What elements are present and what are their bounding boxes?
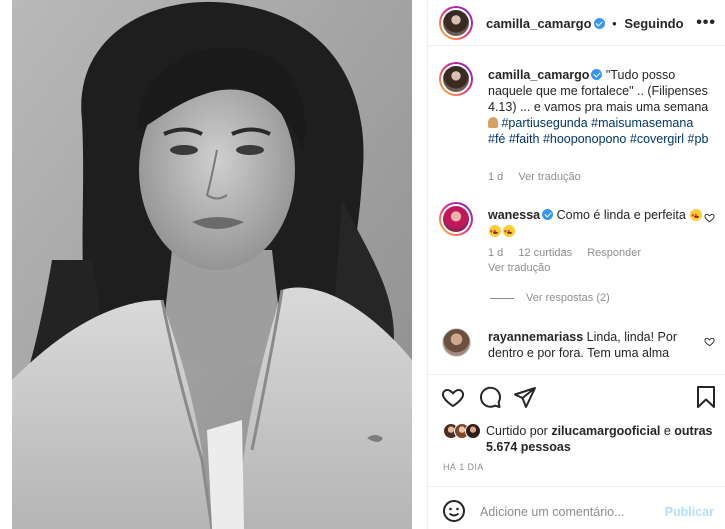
- more-horizontal-icon[interactable]: •••: [696, 14, 716, 32]
- comment-text: wanessa Como é linda e perfeita: [488, 207, 713, 240]
- verified-icon: [593, 18, 605, 29]
- hashtag-link[interactable]: #hooponopono: [543, 132, 626, 146]
- bookmark-icon[interactable]: [694, 385, 720, 411]
- comment-translation-row: Ver tradução: [488, 262, 562, 274]
- likes-summary: Curtido por zilucamargooficial e outras …: [486, 423, 716, 455]
- hashtag-link[interactable]: #faith: [509, 132, 540, 146]
- header-separator: •: [612, 16, 617, 31]
- reply-button[interactable]: Responder: [587, 247, 641, 259]
- hashtag-link[interactable]: #partiusegunda: [501, 116, 587, 130]
- post-actions: Curtido por zilucamargooficial e outras …: [428, 374, 725, 484]
- post-time[interactable]: HÁ 1 DIA: [443, 462, 484, 472]
- comment-like-icon[interactable]: [704, 336, 715, 350]
- post-details-panel: camilla_camargo • Seguindo ••• camilla_c…: [427, 0, 725, 529]
- likes-prefix: Curtido por: [486, 424, 552, 438]
- comment-avatar[interactable]: [439, 202, 473, 236]
- liker-username[interactable]: zilucamargooficial: [551, 424, 660, 438]
- hashtag-link[interactable]: #covergirl: [630, 132, 684, 146]
- view-replies-label: Ver respostas (2): [526, 292, 610, 304]
- liker-avatar[interactable]: [465, 423, 481, 439]
- smiley-icon[interactable]: [442, 499, 466, 526]
- comment-username[interactable]: wanessa: [488, 208, 540, 222]
- header-username-line: camilla_camargo • Seguindo: [486, 16, 684, 31]
- add-comment-bar: Adicione um comentário... Publicar: [428, 486, 725, 529]
- see-translation-link[interactable]: Ver tradução: [488, 262, 550, 274]
- replies-divider: [490, 297, 514, 299]
- comment-age: 1 d: [488, 247, 504, 259]
- share-icon[interactable]: [513, 385, 539, 411]
- likes-middle: e: [660, 424, 675, 438]
- praying-hands-icon: [488, 117, 498, 128]
- comment-like-icon[interactable]: [704, 212, 715, 226]
- post-header: camilla_camargo • Seguindo •••: [428, 0, 725, 46]
- hashtag-link[interactable]: #fé: [488, 132, 505, 146]
- caption-text: camilla_camargo "Tudo posso naquele que …: [488, 67, 713, 147]
- post-modal: camilla_camargo • Seguindo ••• camilla_c…: [0, 0, 725, 529]
- comment-text: rayannemariass Linda, linda! Por dentro …: [488, 329, 713, 361]
- comment-meta: 1 d 12 curtidas Responder: [488, 247, 653, 259]
- comment-clip: rayannemariass Linda, linda! Por dentro …: [428, 322, 725, 370]
- caption-username[interactable]: camilla_camargo: [488, 68, 589, 82]
- following-button[interactable]: Seguindo: [624, 16, 683, 31]
- caption-meta: 1 d Ver tradução: [488, 171, 593, 183]
- view-replies-button[interactable]: Ver respostas (2): [490, 292, 610, 304]
- heart-icon[interactable]: [441, 385, 467, 411]
- verified-icon: [542, 209, 554, 220]
- hashtag-link[interactable]: #pb: [688, 132, 709, 146]
- heart-eyes-emoji-icon: [503, 224, 515, 240]
- caption-age: 1 d: [488, 171, 504, 183]
- portrait-image: [12, 0, 412, 529]
- hashtag-link[interactable]: #maisumasemana: [591, 116, 693, 130]
- heart-eyes-emoji-icon: [489, 224, 501, 240]
- see-translation-link[interactable]: Ver tradução: [518, 171, 580, 183]
- comment-likes-count[interactable]: 12 curtidas: [518, 247, 572, 259]
- comment-username[interactable]: rayannemariass: [488, 330, 583, 344]
- heart-eyes-emoji-icon: [690, 208, 703, 224]
- post-photo[interactable]: [12, 0, 412, 529]
- comment-body: Como é linda e perfeita: [553, 208, 686, 222]
- verified-icon: [591, 69, 603, 80]
- header-username[interactable]: camilla_camargo: [486, 16, 592, 31]
- author-avatar[interactable]: [439, 6, 473, 40]
- post-comment-button[interactable]: Publicar: [665, 505, 714, 519]
- comment-input[interactable]: Adicione um comentário...: [480, 505, 625, 519]
- caption-avatar[interactable]: [439, 62, 473, 96]
- comment-icon[interactable]: [478, 385, 504, 411]
